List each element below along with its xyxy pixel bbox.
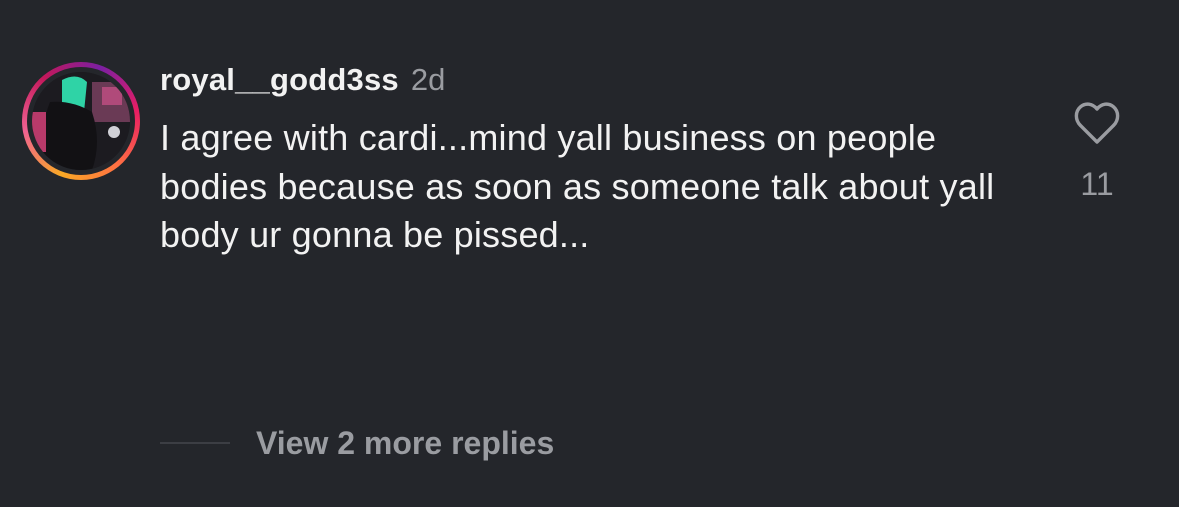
like-count: 11 <box>1080 166 1114 202</box>
view-replies-button[interactable]: View 2 more replies <box>160 420 554 466</box>
avatar[interactable] <box>32 72 130 170</box>
comment-header: royal__godd3ss 2d <box>160 62 445 102</box>
comment-text: I agree with cardi...mind yall business … <box>160 117 995 255</box>
avatar-image <box>32 72 130 170</box>
comment-item: royal__godd3ss 2d I agree with cardi...m… <box>0 0 1179 507</box>
username-link[interactable]: royal__godd3ss <box>160 62 399 98</box>
comment-timestamp: 2d <box>410 62 446 97</box>
view-replies-label[interactable]: View 2 more replies <box>256 425 554 462</box>
like-section: 11 <box>1062 100 1132 203</box>
heart-outline-icon[interactable] <box>1072 100 1122 146</box>
replies-divider <box>160 442 230 444</box>
story-ring[interactable] <box>22 62 140 180</box>
